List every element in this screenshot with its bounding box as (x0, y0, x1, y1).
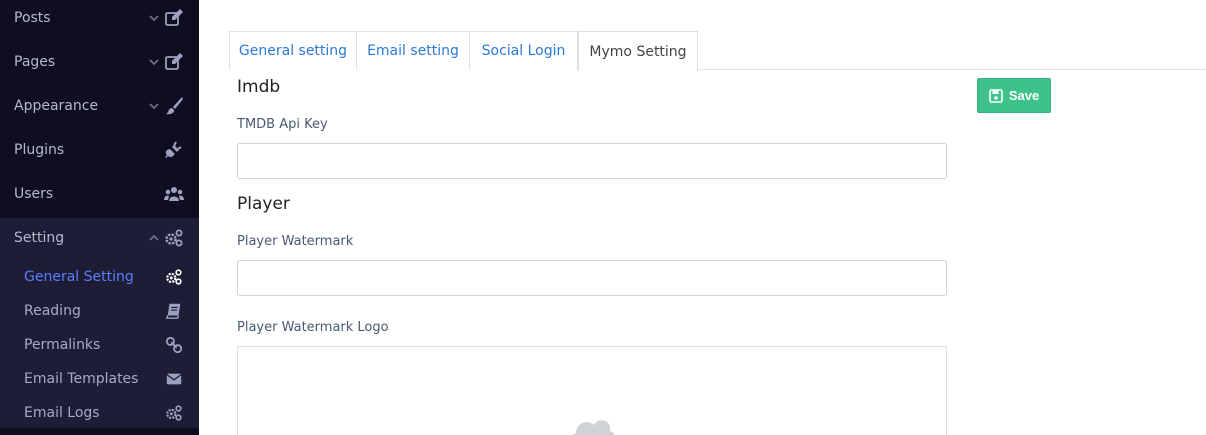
sidebar-item-label: Pages (14, 54, 56, 70)
sidebar-subitem-label: General Setting (24, 269, 134, 285)
sidebar-item-users[interactable]: Users (0, 172, 199, 216)
save-button[interactable]: Save (977, 78, 1051, 113)
sidebar-subitem-email-logs[interactable]: Email Logs (0, 396, 199, 430)
sidebar-item-plugins[interactable]: Plugins (0, 128, 199, 172)
sidebar-item-appearance[interactable]: Appearance (0, 84, 199, 128)
sidebar-item-posts[interactable]: Posts (0, 0, 199, 40)
tab-email-setting[interactable]: Email setting (357, 31, 470, 70)
sidebar-subitem-label: Reading (24, 303, 81, 319)
player-watermark-input[interactable] (237, 260, 947, 296)
sidebar-item-label: Appearance (14, 98, 99, 114)
player-section-title: Player (237, 194, 290, 214)
floppy-disk-icon (989, 88, 1003, 103)
sidebar-subitem-permalinks[interactable]: Permalinks (0, 328, 199, 362)
cogs-icon (166, 405, 182, 421)
edit-icon (165, 9, 183, 26)
cogs-icon (165, 229, 183, 247)
sidebar-item-pages[interactable]: Pages (0, 40, 199, 84)
chevron-down-icon (149, 59, 159, 66)
tmdb-api-key-label: TMDB Api Key (237, 117, 328, 132)
tab-general-setting[interactable]: General setting (229, 31, 357, 70)
settings-submenu: Setting General Setting Reading Permalin… (0, 218, 199, 428)
sidebar-item-label: Posts (14, 10, 51, 26)
tab-social-login[interactable]: Social Login (470, 31, 578, 70)
player-watermark-label: Player Watermark (237, 234, 354, 249)
imdb-section-title: Imdb (237, 77, 281, 97)
sidebar-subitem-label: Email Templates (24, 371, 139, 387)
book-icon (165, 303, 181, 319)
tmdb-api-key-input[interactable] (237, 143, 947, 179)
save-button-label: Save (1008, 88, 1040, 103)
link-icon (165, 336, 183, 354)
chevron-down-icon (149, 103, 159, 110)
tab-mymo-setting[interactable]: Mymo Setting (578, 31, 698, 71)
envelope-icon (166, 373, 182, 385)
sidebar-item-label: Setting (14, 230, 65, 246)
users-icon (164, 187, 184, 201)
cloud-upload-icon (572, 420, 615, 435)
sidebar-subitem-email-templates[interactable]: Email Templates (0, 362, 199, 396)
sidebar-item-setting[interactable]: Setting (0, 216, 199, 260)
plug-icon (165, 141, 182, 158)
sidebar-subitem-reading[interactable]: Reading (0, 294, 199, 328)
sidebar-item-label: Users (14, 186, 54, 202)
sidebar-subitem-general-setting[interactable]: General Setting (0, 260, 199, 294)
paint-brush-icon (166, 97, 183, 115)
sidebar: Posts Pages Appearance Plugins Users Set… (0, 0, 199, 435)
player-watermark-logo-label: Player Watermark Logo (237, 320, 389, 335)
sidebar-item-label: Plugins (14, 142, 65, 158)
chevron-up-icon (149, 234, 159, 241)
edit-icon (165, 53, 183, 70)
watermark-logo-upload[interactable] (237, 346, 947, 435)
cogs-icon (166, 269, 182, 285)
chevron-down-icon (149, 15, 159, 22)
sidebar-subitem-label: Email Logs (24, 405, 100, 421)
sidebar-subitem-label: Permalinks (24, 337, 101, 353)
